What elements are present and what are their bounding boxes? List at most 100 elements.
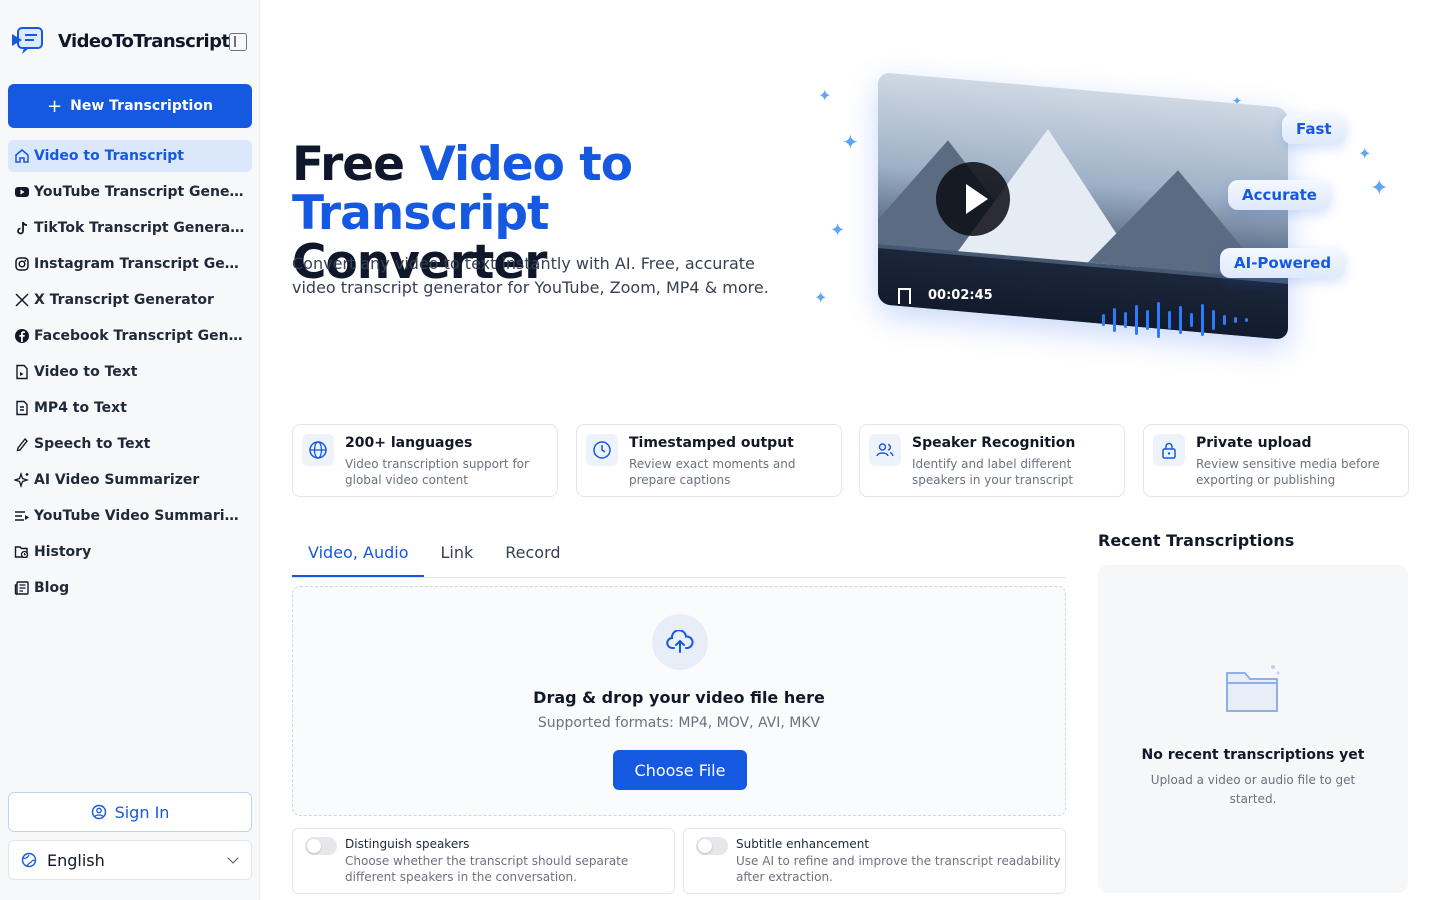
sidebar-item-tiktok-transcript[interactable]: TikTok Transcript Generator (8, 212, 252, 244)
sidebar-item-mp4-to-text[interactable]: MP4 to Text (8, 392, 252, 424)
folder-icon (1226, 665, 1280, 712)
distinguish-speakers-toggle[interactable] (305, 837, 337, 855)
logo-icon (12, 27, 43, 54)
tab-link[interactable]: Link (424, 536, 489, 577)
hero-title-part1: Free (292, 137, 420, 192)
sparkle-icon: ✦ (842, 130, 859, 154)
pen-icon (14, 436, 30, 452)
feature-card-private: Private upload Review sensitive media be… (1143, 424, 1409, 497)
feature-desc: Video transcription support for global v… (345, 457, 529, 487)
sparkle-icon: ✦ (1370, 176, 1389, 201)
sidebar-collapse-icon[interactable] (229, 33, 247, 51)
bookmark-icon (898, 288, 911, 304)
sign-in-button[interactable]: Sign In (8, 792, 252, 832)
feature-title: 200+ languages (345, 435, 473, 451)
youtube-icon (14, 184, 30, 200)
sidebar-item-video-to-transcript[interactable]: Video to Transcript (8, 140, 252, 172)
tab-record[interactable]: Record (489, 536, 576, 577)
tab-video-audio[interactable]: Video, Audio (292, 536, 425, 577)
upload-formats: Supported formats: MP4, MOV, AVI, MKV (537, 715, 821, 731)
sidebar-item-youtube-transcript[interactable]: YouTube Transcript Generator (8, 176, 252, 208)
hero-subtitle: Convert any video to text instantly with… (292, 254, 769, 297)
sidebar-item-ai-video-summarizer[interactable]: AI Video Summarizer (8, 464, 252, 496)
sidebar-nav: Video to Transcript YouTube Transcript G… (8, 140, 252, 608)
sidebar-item-speech-to-text[interactable]: Speech to Text (8, 428, 252, 460)
recent-panel: No recent transcriptions yet Upload a vi… (1098, 565, 1408, 893)
sidebar: VideoToTranscript + New Transcription Vi… (0, 0, 260, 900)
home-icon (14, 148, 30, 164)
feature-title: Speaker Recognition (912, 435, 1076, 451)
plus-icon: + (47, 95, 63, 117)
sidebar-item-label: Facebook Transcript Generator (34, 328, 246, 344)
option-title: Distinguish speakers (345, 837, 470, 851)
sign-in-label: Sign In (114, 802, 170, 822)
language-select[interactable]: English (8, 840, 252, 880)
sidebar-item-facebook-transcript[interactable]: Facebook Transcript Generator (8, 320, 252, 352)
new-transcription-button[interactable]: + New Transcription (8, 84, 252, 128)
feature-card-speakers: Speaker Recognition Identify and label d… (859, 424, 1125, 497)
feature-card-timestamps: Timestamped output Review exact moments … (576, 424, 842, 497)
sidebar-item-instagram-transcript[interactable]: Instagram Transcript Generator (8, 248, 252, 280)
option-desc: Use AI to refine and improve the transcr… (736, 854, 1061, 884)
tiktok-icon (14, 220, 30, 236)
recent-title: Recent Transcriptions (1098, 531, 1295, 550)
option-distinguish-speakers: Distinguish speakers Choose whether the … (292, 828, 675, 894)
audio-waveform (1102, 300, 1256, 340)
history-folder-icon (14, 544, 30, 560)
sidebar-item-label: TikTok Transcript Generator (34, 220, 246, 236)
newspaper-icon (14, 580, 30, 596)
sparkle-icon: ✦ (814, 288, 828, 307)
feature-title: Private upload (1196, 435, 1312, 451)
feature-title: Timestamped output (629, 435, 794, 451)
option-desc: Choose whether the transcript should sep… (345, 854, 629, 884)
instagram-icon (14, 256, 30, 272)
feature-card-languages: 200+ languages Video transcription suppo… (292, 424, 558, 497)
upload-title: Drag & drop your video file here (533, 688, 825, 707)
hero-illustration: ✦ ✦ ✦ ✦ ✦ ✦ ✦ 00:02:45 Fast Accurate AI-… (770, 72, 1420, 370)
feature-desc: Review sensitive media before exporting … (1196, 457, 1380, 487)
sparkle-icon: ✦ (818, 86, 832, 105)
upload-dropzone[interactable]: Drag & drop your video file here Support… (292, 586, 1066, 816)
sparkle-icon: ✦ (830, 220, 846, 241)
sidebar-item-video-to-text[interactable]: Video to Text (8, 356, 252, 388)
users-icon (869, 434, 901, 466)
sidebar-item-label: X Transcript Generator (34, 292, 214, 308)
sparkles-icon (14, 472, 30, 488)
sidebar-item-label: Blog (34, 580, 70, 596)
badge-fast: Fast (1282, 114, 1346, 144)
new-transcription-label: New Transcription (70, 98, 213, 114)
choose-file-button[interactable]: Choose File (613, 750, 747, 790)
sidebar-item-x-transcript[interactable]: X Transcript Generator (8, 284, 252, 316)
subtitle-enhancement-toggle[interactable] (696, 837, 728, 855)
sidebar-item-label: Instagram Transcript Generator (34, 256, 246, 272)
feature-desc: Review exact moments and prepare caption… (629, 457, 796, 487)
sparkle-icon: ✦ (1358, 144, 1372, 163)
sidebar-item-label: AI Video Summarizer (34, 472, 200, 488)
option-title: Subtitle enhancement (736, 837, 870, 851)
x-icon (14, 292, 30, 308)
sidebar-item-label: History (34, 544, 92, 560)
upload-tabs: Video, Audio Link Record (292, 536, 1066, 578)
sidebar-item-youtube-video-summarizer[interactable]: YouTube Video Summarizer (8, 500, 252, 532)
user-circle-icon (91, 804, 107, 820)
sidebar-item-blog[interactable]: Blog (8, 572, 252, 604)
facebook-icon (14, 328, 30, 344)
feature-desc: Identify and label different speakers in… (912, 457, 1074, 487)
sidebar-item-label: MP4 to Text (34, 400, 127, 416)
sidebar-item-label: Speech to Text (34, 436, 151, 452)
sidebar-item-label: YouTube Transcript Generator (34, 184, 246, 200)
clock-icon (586, 434, 618, 466)
file-video-icon (14, 364, 30, 380)
chevron-down-icon (227, 852, 239, 864)
recent-empty-title: No recent transcriptions yet (1141, 747, 1365, 763)
sidebar-item-history[interactable]: History (8, 536, 252, 568)
sidebar-item-label: Video to Transcript (34, 148, 184, 164)
sidebar-item-label: Video to Text (34, 364, 138, 380)
badge-accurate: Accurate (1228, 180, 1331, 210)
brand-name: VideoToTranscript (58, 30, 230, 52)
play-icon[interactable] (936, 162, 1010, 236)
list-icon (14, 508, 30, 524)
recent-empty-hint: Upload a video or audio file to get star… (1150, 773, 1356, 806)
brand[interactable]: VideoToTranscript (12, 26, 230, 56)
video-time: 00:02:45 (928, 288, 993, 303)
